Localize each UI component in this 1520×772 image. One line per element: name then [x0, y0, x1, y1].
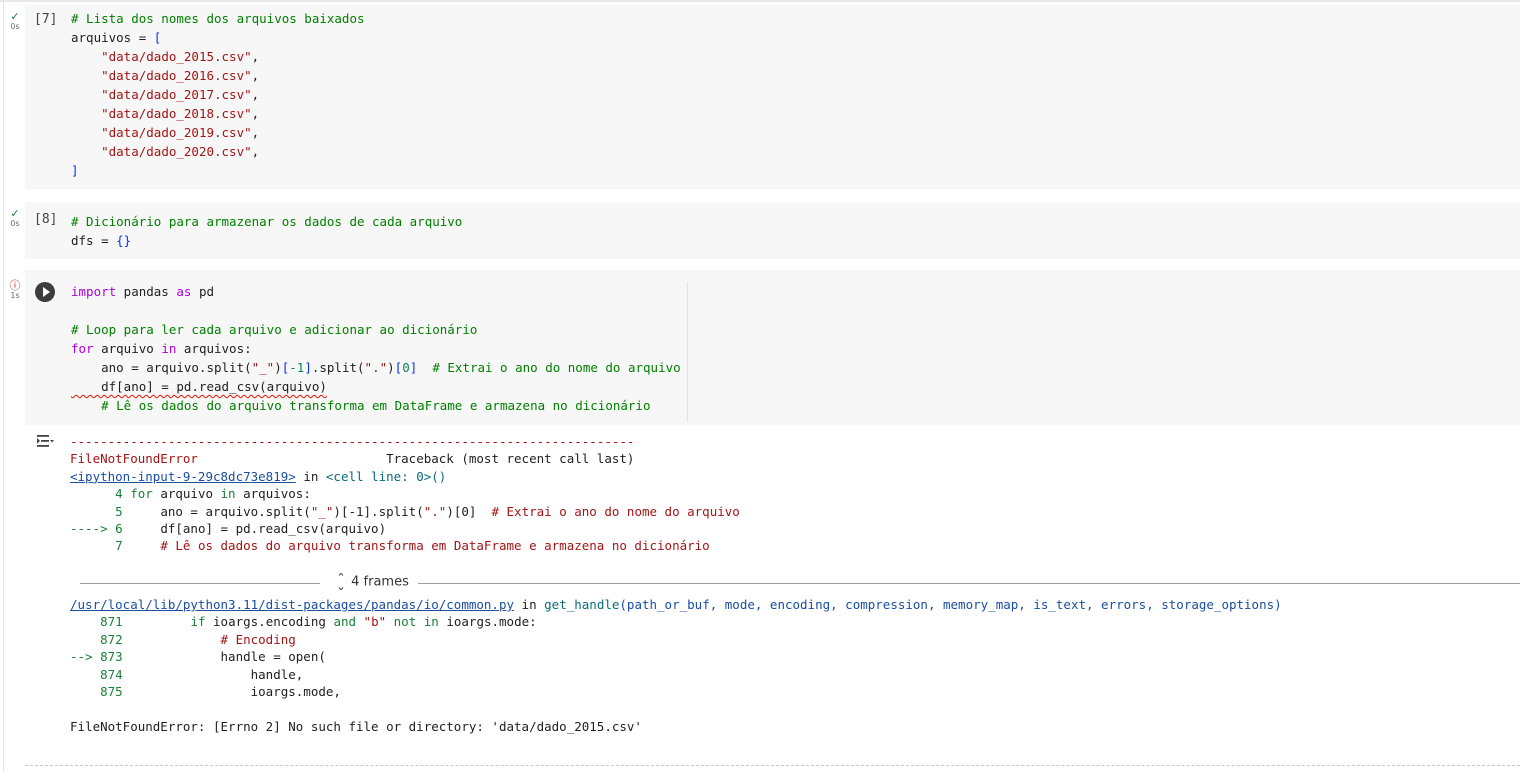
code-line: "data/dado_2019.csv", [101, 125, 260, 140]
execution-time: 0s [10, 22, 20, 31]
string-literal: "data/dado_2020.csv" [101, 144, 252, 159]
code-line: "data/dado_2018.csv", [101, 106, 260, 121]
code-line: # Lista dos nomes dos arquivos baixados [71, 11, 365, 26]
traceback-label: Traceback (most recent call last) [386, 451, 635, 467]
error-name: FileNotFoundError [70, 451, 198, 467]
frame-line: 5 ano = arquivo.split("_")[-1].split("."… [70, 503, 740, 519]
check-icon: ✓ [10, 10, 20, 23]
divider [418, 583, 1520, 584]
cell-gutter: ✓ 0s [7] [0, 5, 65, 189]
divider [80, 583, 320, 584]
code-line: dfs = {} [71, 233, 132, 248]
cell-output: ----------------------------------------… [0, 425, 1520, 770]
function-args: (path_or_buf, mode, encoding, compressio… [619, 597, 1282, 612]
code-line: ] [71, 163, 79, 178]
output-actions-icon[interactable] [35, 431, 55, 451]
cell-ref: <cell line: 0>() [325, 468, 447, 484]
string-literal: "data/dado_2017.csv" [101, 87, 252, 102]
error-circle-icon: ⓘ [9, 279, 21, 292]
code-line: arquivos = [ [71, 30, 162, 45]
code-editor[interactable]: # Dicionário para armazenar os dados de … [71, 212, 462, 250]
cell-status: ✓ 0s [8, 208, 22, 229]
cell-status: ⓘ 1s [8, 280, 22, 301]
frames-count: 4 frames [351, 574, 409, 590]
run-button-icon[interactable] [35, 282, 55, 302]
frame-line: 4 for arquivo in arquivos: [70, 486, 311, 502]
frame-line-current: --> 873 handle = open( [70, 649, 326, 665]
string-literal: "data/dado_2018.csv" [101, 106, 252, 121]
error-title-line: FileNotFoundError Traceback (most recent… [70, 450, 740, 467]
cell-status: ✓ 0s [8, 11, 22, 32]
frames-toggle-button[interactable]: ⌃ ⌄ 4 frames [335, 571, 409, 593]
frame-line-current: ----> 6 df[ano] = pd.read_csv(arquivo) [70, 520, 387, 536]
frame-location: <ipython-input-9-29c8dc73e819> in <cell … [70, 468, 447, 484]
expand-collapse-icon: ⌃ ⌄ [336, 571, 346, 593]
frame-line: 875 ioargs.mode, [70, 683, 341, 699]
library-path-link[interactable]: /usr/local/lib/python3.11/dist-packages/… [70, 597, 514, 612]
traceback-frame: /usr/local/lib/python3.11/dist-packages/… [70, 596, 1282, 735]
code-line: import pandas as pd [71, 284, 215, 299]
code-line: # Loop para ler cada arquivo e adicionar… [71, 322, 478, 337]
code-line: "data/dado_2017.csv", [101, 87, 260, 102]
execution-count: [8] [34, 212, 58, 227]
frame-line: 872 # Encoding [70, 631, 296, 647]
frames-toggle-row: ⌃ ⌄ 4 frames [80, 571, 1520, 593]
cell-gutter: ✓ 0s [8] [0, 202, 65, 259]
execution-count: [7] [34, 12, 58, 27]
code-line: for arquivo in arquivos: [71, 341, 252, 356]
code-line: "data/dado_2016.csv", [101, 68, 260, 83]
check-icon: ✓ [10, 207, 20, 220]
frame-location: /usr/local/lib/python3.11/dist-packages/… [70, 597, 1282, 612]
code-cell-8[interactable]: ✓ 0s [8] # Dicionário para armazenar os … [0, 202, 1520, 260]
code-line: "data/dado_2020.csv", [101, 144, 260, 159]
execution-time: 1s [10, 291, 20, 300]
frame-line: 871 if ioargs.encoding and "b" not in io… [70, 614, 537, 630]
code-line: ano = arquivo.split("_")[-1].split(".")[… [71, 360, 681, 375]
notebook-top-border [0, 0, 1520, 2]
function-name: get_handle [544, 597, 620, 612]
string-literal: "data/dado_2019.csv" [101, 125, 252, 140]
execution-time: 0s [10, 219, 20, 228]
input-link[interactable]: <ipython-input-9-29c8dc73e819> [70, 469, 296, 484]
code-line: # Dicionário para armazenar os dados de … [71, 214, 463, 229]
frame-line: 874 handle, [70, 666, 304, 682]
code-cell-7[interactable]: ✓ 0s [7] # Lista dos nomes dos arquivos … [0, 5, 1520, 191]
cell-gutter: ⓘ 1s [0, 270, 65, 425]
frame-line: 7 # Lê os dados do arquivo transforma em… [70, 538, 710, 554]
final-error-message: FileNotFoundError: [Errno 2] No such fil… [70, 718, 642, 734]
separator: ----------------------------------------… [70, 434, 635, 449]
traceback-header: ----------------------------------------… [70, 433, 740, 555]
string-literal: "data/dado_2015.csv" [101, 49, 252, 64]
code-editor[interactable]: import pandas as pd # Loop para ler cada … [71, 282, 681, 415]
code-line: df[ano] = pd.read_csv(arquivo) [71, 379, 327, 394]
code-editor[interactable]: # Lista dos nomes dos arquivos baixados a… [71, 9, 365, 180]
code-line: "data/dado_2015.csv", [101, 49, 260, 64]
code-line: # Lê os dados do arquivo transforma em D… [71, 398, 651, 413]
string-literal: "data/dado_2016.csv" [101, 68, 252, 83]
cell-bottom-divider [25, 765, 1520, 766]
editor-ruler [687, 282, 688, 422]
